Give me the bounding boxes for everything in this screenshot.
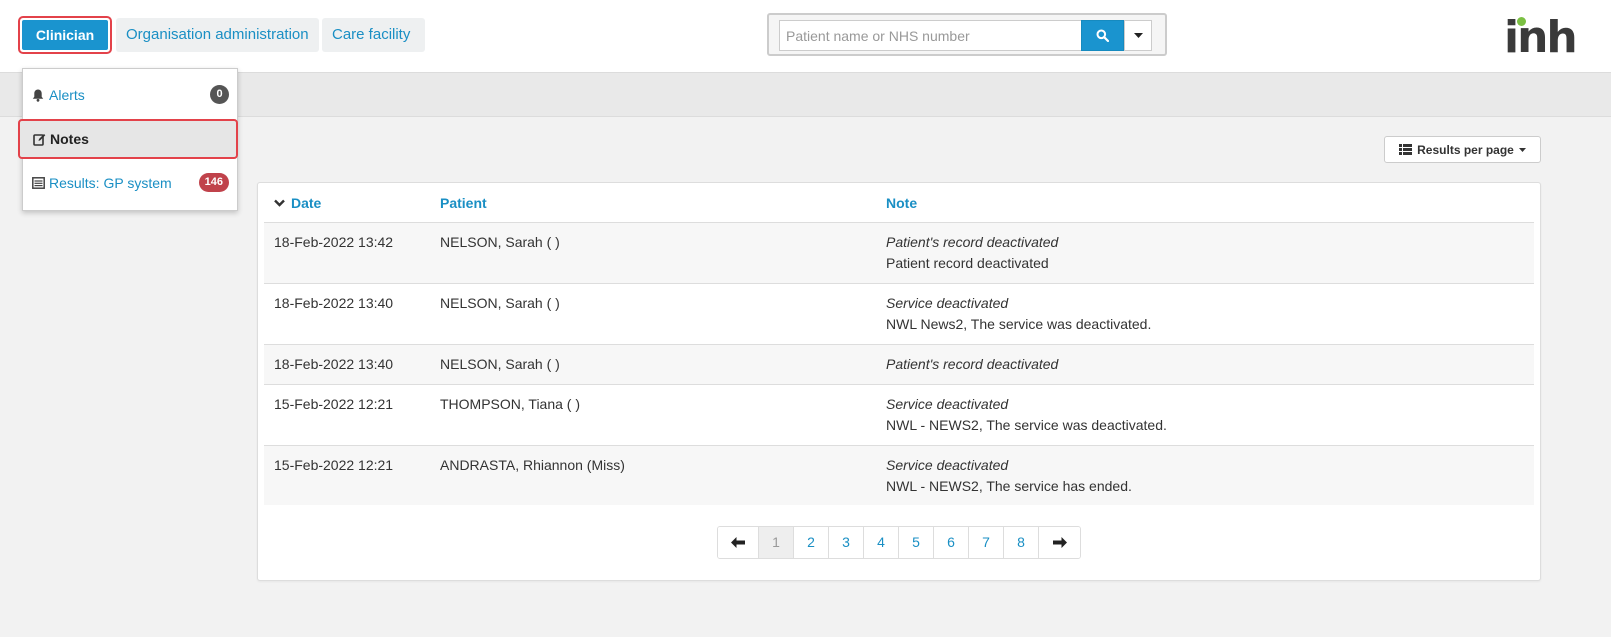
- page-1[interactable]: 1: [759, 527, 794, 558]
- patient-search-input[interactable]: [779, 20, 1081, 51]
- column-header-date-label: Date: [291, 195, 322, 211]
- patient-search: [767, 13, 1167, 56]
- row-date: 15-Feb-2022 12:21: [274, 396, 394, 412]
- table-row[interactable]: 18-Feb-2022 13:42 NELSON, Sarah ( ) Pati…: [264, 223, 1534, 284]
- page-6[interactable]: 6: [934, 527, 969, 558]
- search-options-dropdown[interactable]: [1124, 20, 1152, 51]
- row-date: 18-Feb-2022 13:40: [274, 295, 394, 311]
- row-note-title: Patient's record deactivated: [886, 356, 1059, 372]
- caret-down-icon: [1518, 147, 1526, 152]
- list-icon: [1399, 144, 1413, 155]
- arrow-right-icon: [1052, 537, 1067, 548]
- logo-dot: [1517, 17, 1526, 26]
- clinician-menu: Alerts 0 Notes Results: GP system 146: [18, 68, 238, 211]
- chevron-down-icon: [274, 199, 285, 207]
- alerts-count-badge: 0: [210, 85, 229, 104]
- table-row[interactable]: 18-Feb-2022 13:40 NELSON, Sarah ( ) Serv…: [264, 284, 1534, 345]
- search-icon: [1096, 29, 1109, 42]
- row-note-title: Service deactivated: [886, 457, 1009, 473]
- column-header-date[interactable]: Date: [274, 195, 321, 211]
- menu-item-alerts[interactable]: Alerts 0: [23, 75, 237, 115]
- row-patient: NELSON, Sarah ( ): [440, 234, 560, 250]
- caret-down-icon: [1133, 33, 1143, 38]
- menu-item-notes[interactable]: Notes: [18, 119, 238, 159]
- page-7[interactable]: 7: [969, 527, 1004, 558]
- edit-icon: [32, 132, 46, 146]
- row-date: 15-Feb-2022 12:21: [274, 457, 394, 473]
- column-header-patient[interactable]: Patient: [440, 195, 487, 211]
- row-note-body: Patient record deactivated: [886, 255, 1049, 271]
- row-patient: THOMPSON, Tiana ( ): [440, 396, 581, 412]
- previous-page-button[interactable]: [718, 527, 759, 558]
- logo: inh: [1504, 12, 1578, 63]
- results-per-page-label: Results per page: [1417, 142, 1514, 157]
- results-count-badge: 146: [198, 173, 229, 192]
- row-patient: NELSON, Sarah ( ): [440, 356, 560, 372]
- tab-clinician-label: Clinician: [22, 20, 108, 50]
- column-header-note[interactable]: Note: [886, 195, 917, 211]
- row-date: 18-Feb-2022 13:40: [274, 356, 394, 372]
- table-row[interactable]: 15-Feb-2022 12:21 THOMPSON, Tiana ( ) Se…: [264, 385, 1534, 446]
- page-8[interactable]: 8: [1004, 527, 1039, 558]
- table-header: Date Patient Note: [264, 183, 1534, 223]
- top-bar: Clinician Organisation administration Ca…: [0, 0, 1611, 73]
- pagination: 1 2 3 4 5 6 7 8: [717, 526, 1081, 559]
- row-note-title: Service deactivated: [886, 396, 1009, 412]
- menu-item-results-label: Results: GP system: [49, 175, 172, 191]
- page-2[interactable]: 2: [794, 527, 829, 558]
- results-per-page-button[interactable]: Results per page: [1384, 136, 1541, 163]
- row-note: Patient's record deactivated: [886, 354, 1058, 375]
- bell-icon: [31, 88, 45, 102]
- row-note-body: NWL - NEWS2, The service was deactivated…: [886, 417, 1167, 433]
- row-note: Service deactivated NWL - NEWS2, The ser…: [886, 394, 1167, 436]
- row-patient: ANDRASTA, Rhiannon (Miss): [440, 457, 625, 473]
- sub-toolbar: [0, 73, 1611, 117]
- menu-item-results-gp-system[interactable]: Results: GP system 146: [23, 163, 237, 203]
- row-note-title: Service deactivated: [886, 295, 1009, 311]
- row-note: Service deactivated NWL - NEWS2, The ser…: [886, 455, 1132, 497]
- notes-panel: Date Patient Note 18-Feb-2022 13:42 NELS…: [257, 182, 1541, 581]
- row-note: Service deactivated NWL News2, The servi…: [886, 293, 1151, 335]
- page-3[interactable]: 3: [829, 527, 864, 558]
- row-note-body: NWL - NEWS2, The service has ended.: [886, 478, 1132, 494]
- page-4[interactable]: 4: [864, 527, 899, 558]
- table-row[interactable]: 18-Feb-2022 13:40 NELSON, Sarah ( ) Pati…: [264, 345, 1534, 385]
- tab-organisation-administration[interactable]: Organisation administration: [116, 18, 319, 52]
- next-page-button[interactable]: [1039, 527, 1080, 558]
- list-table-icon: [31, 176, 45, 190]
- tab-care-facility[interactable]: Care facility: [322, 18, 425, 52]
- menu-item-alerts-label: Alerts: [49, 87, 85, 103]
- table-row[interactable]: 15-Feb-2022 12:21 ANDRASTA, Rhiannon (Mi…: [264, 446, 1534, 505]
- page-5[interactable]: 5: [899, 527, 934, 558]
- menu-item-notes-label: Notes: [50, 131, 89, 147]
- row-note-body: NWL News2, The service was deactivated.: [886, 316, 1152, 332]
- arrow-left-icon: [731, 537, 745, 548]
- row-date: 18-Feb-2022 13:42: [274, 234, 394, 250]
- row-patient: NELSON, Sarah ( ): [440, 295, 560, 311]
- search-button[interactable]: [1081, 20, 1124, 51]
- row-note-title: Patient's record deactivated: [886, 234, 1059, 250]
- row-note: Patient's record deactivated Patient rec…: [886, 232, 1058, 274]
- tab-clinician[interactable]: Clinician: [18, 16, 112, 54]
